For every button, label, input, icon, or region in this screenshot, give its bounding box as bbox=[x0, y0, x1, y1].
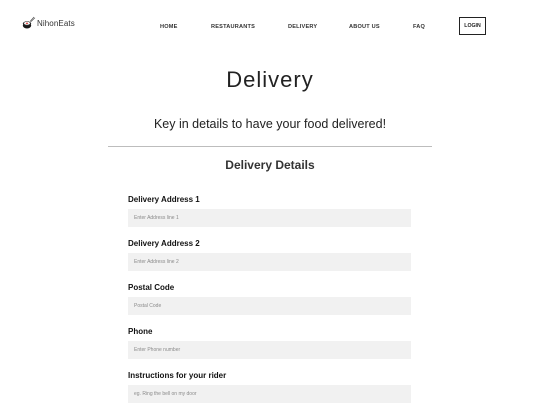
rider-instructions-label: Instructions for your rider bbox=[128, 371, 227, 380]
nav-restaurants[interactable]: RESTAURANTS bbox=[211, 18, 255, 36]
rider-instructions-input[interactable] bbox=[128, 385, 411, 403]
address-line-1-input[interactable] bbox=[128, 209, 411, 227]
phone-input[interactable] bbox=[128, 341, 411, 359]
header: NihonEats HOME RESTAURANTS DELIVERY ABOU… bbox=[0, 0, 540, 54]
nav-delivery[interactable]: DELIVERY bbox=[288, 18, 317, 36]
nav-faq[interactable]: FAQ bbox=[413, 18, 425, 36]
page-title: Delivery bbox=[226, 67, 314, 92]
login-button[interactable]: LOGIN bbox=[459, 17, 486, 35]
postal-code-input[interactable] bbox=[128, 297, 411, 315]
address-line-2-label: Delivery Address 2 bbox=[128, 239, 200, 248]
postal-code-label: Postal Code bbox=[128, 283, 175, 292]
phone-label: Phone bbox=[128, 327, 153, 336]
section-title: Delivery Details bbox=[225, 158, 315, 172]
page-subtitle: Key in details to have your food deliver… bbox=[153, 117, 387, 131]
nav-home[interactable]: HOME bbox=[160, 18, 178, 36]
nav-about-us[interactable]: ABOUT US bbox=[349, 18, 380, 36]
divider bbox=[108, 146, 432, 147]
address-line-2-input[interactable] bbox=[128, 253, 411, 271]
address-line-1-label: Delivery Address 1 bbox=[128, 195, 200, 204]
